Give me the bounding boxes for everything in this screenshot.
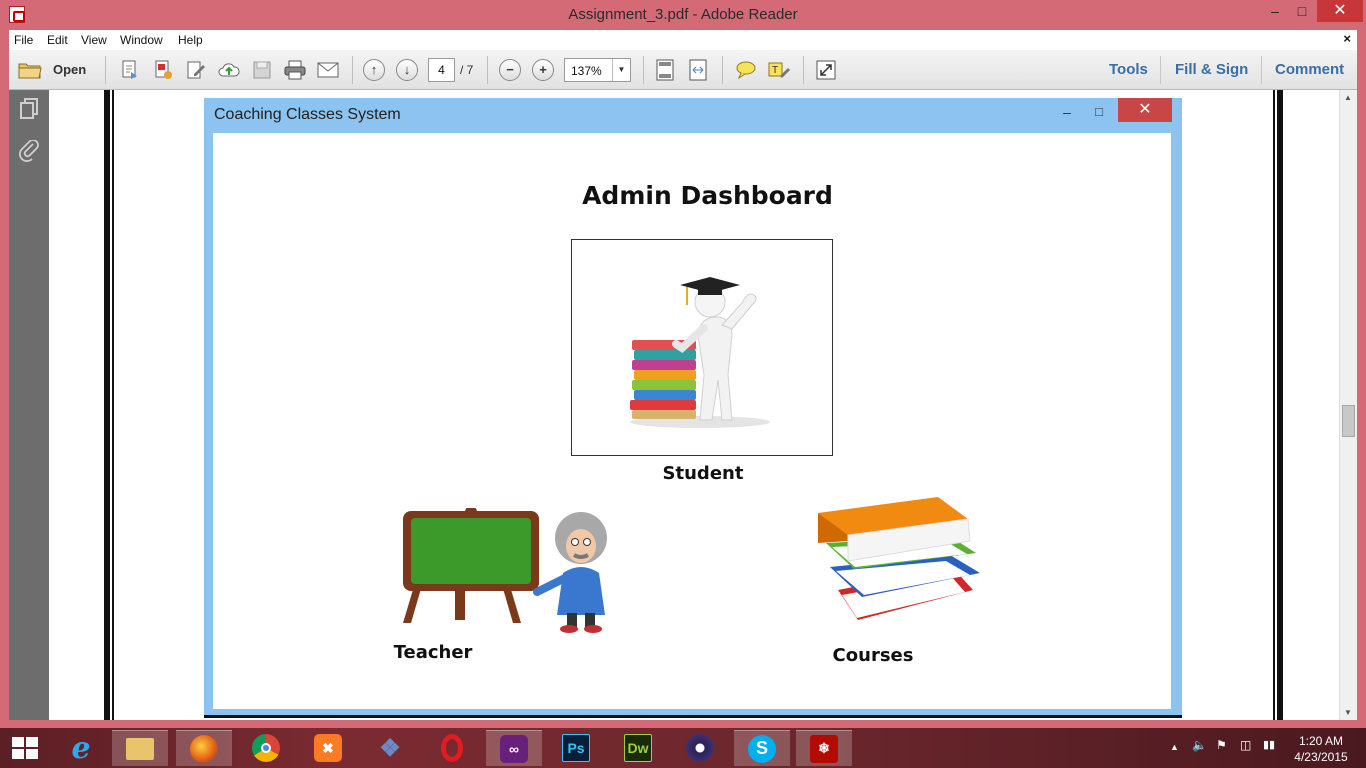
action-center-flag-icon[interactable]: ⚑ [1216,738,1227,752]
internet-explorer-icon[interactable]: e [53,730,109,766]
save-icon[interactable] [251,59,273,81]
scroll-down-icon[interactable]: ▼ [1344,708,1352,717]
menu-edit[interactable]: Edit [47,33,68,47]
adobe-reader-taskbar-icon[interactable]: ❄ [796,730,852,766]
svg-text:T: T [772,65,778,76]
mysql-icon[interactable]: ❖ [362,730,418,766]
attachments-icon[interactable] [17,139,41,164]
scrollbar-thumb[interactable] [1342,405,1355,437]
minimize-button[interactable]: – [1262,0,1288,22]
clock-time: 1:20 AM [1298,734,1344,748]
app-minimize-icon: – [1063,104,1071,120]
teacher-label: Teacher [393,642,473,663]
courses-label: Courses [832,645,914,666]
page-number-input[interactable]: 4 [428,58,455,82]
dashboard-panel: Admin Dashboard Student Teacher Courses [213,133,1171,709]
page-border [1273,90,1275,720]
courses-tile-image [818,495,983,630]
comment-button[interactable]: Comment [1275,61,1344,78]
maximize-button[interactable]: □ [1289,0,1315,22]
xampp-icon[interactable]: ✖ [300,730,356,766]
chevron-down-icon[interactable]: ▼ [612,59,630,81]
navigation-pane [9,90,49,720]
firefox-icon[interactable] [176,730,232,766]
taskbar: e ✖ ❖ ∞ Ps Dw S ❄ ▲ 🔈 ⚑ ◫ ▮▮ 1:20 AM 4/2… [0,728,1366,768]
toolbar-separator [722,56,723,84]
volume-icon[interactable]: 🔈 [1192,738,1207,752]
zoom-in-icon[interactable]: + [532,59,554,81]
network-adapter-icon[interactable]: ◫ [1240,738,1251,752]
menu-window[interactable]: Window [120,33,163,47]
fit-width-icon[interactable] [687,59,709,81]
page-border [112,90,114,720]
dashboard-title: Admin Dashboard [582,181,833,210]
page-thumbnails-icon[interactable] [17,98,41,122]
toolbar: Open ↑ ↓ 4 / 7 − + 137% ▼ T Tools Fill &… [9,50,1357,90]
document-close-icon[interactable]: × [1343,31,1351,46]
menu-view[interactable]: View [81,33,107,47]
title-bar: Assignment_3.pdf - Adobe Reader – □ ✕ [0,0,1366,30]
scroll-up-icon[interactable]: ▲ [1344,93,1352,102]
page-border [104,90,110,720]
highlight-text-icon[interactable]: T [768,59,790,81]
cloud-upload-icon[interactable] [218,59,240,81]
menu-bar: File Edit View Window Help × [9,30,1357,50]
fit-page-icon[interactable] [654,59,676,81]
email-icon[interactable] [317,59,339,81]
student-label: Student [662,463,744,484]
toolbar-separator [803,56,804,84]
create-pdf-icon[interactable] [119,59,141,81]
signal-bars-icon[interactable]: ▮▮ [1263,738,1275,751]
previous-page-icon[interactable]: ↑ [363,59,385,81]
zoom-select[interactable]: 137% ▼ [564,58,631,82]
app-close-icon: ✕ [1118,98,1172,122]
close-button[interactable]: ✕ [1317,0,1363,22]
zoom-out-icon[interactable]: − [499,59,521,81]
opera-icon[interactable] [424,730,480,766]
sticky-note-icon[interactable] [735,59,757,81]
document-view: Coaching Classes System – □ ✕ Admin Dash… [49,90,1339,720]
fill-sign-button[interactable]: Fill & Sign [1175,61,1248,78]
system-clock[interactable]: 1:20 AM 4/23/2015 [1286,733,1356,765]
windows-start-icon[interactable] [12,737,38,759]
eclipse-icon[interactable] [672,730,728,766]
menu-file[interactable]: File [14,33,33,47]
page-total: / 7 [460,63,474,77]
student-tile-image [571,239,833,456]
export-pdf-icon[interactable] [152,59,174,81]
vertical-scrollbar[interactable]: ▲ ▼ [1339,90,1357,720]
teacher-tile-image [393,506,613,633]
next-page-icon[interactable]: ↓ [396,59,418,81]
open-button[interactable]: Open [53,62,86,77]
page-border [204,715,1182,718]
dreamweaver-icon[interactable]: Dw [610,730,666,766]
tray-expand-icon[interactable]: ▲ [1170,742,1179,752]
toolbar-separator [1261,56,1262,84]
page-border [1277,90,1283,720]
app-maximize-icon: □ [1095,104,1103,119]
app-window-title: Coaching Classes System [214,106,401,123]
coaching-app-screenshot: Coaching Classes System – □ ✕ Admin Dash… [204,98,1182,715]
toolbar-separator [352,56,353,84]
window-title: Assignment_3.pdf - Adobe Reader [568,6,798,23]
visual-studio-icon[interactable]: ∞ [486,730,542,766]
open-folder-icon[interactable] [17,59,43,81]
expand-icon[interactable] [815,59,837,81]
toolbar-separator [487,56,488,84]
file-explorer-icon[interactable] [112,730,168,766]
print-icon[interactable] [284,59,306,81]
clock-date: 4/23/2015 [1294,750,1348,764]
edit-pdf-icon[interactable] [185,59,207,81]
tools-button[interactable]: Tools [1109,61,1148,78]
chrome-icon[interactable] [238,730,294,766]
skype-icon[interactable]: S [734,730,790,766]
menu-help[interactable]: Help [178,33,203,47]
toolbar-separator [643,56,644,84]
zoom-value: 137% [571,64,602,78]
photoshop-icon[interactable]: Ps [548,730,604,766]
toolbar-separator [1160,56,1161,84]
toolbar-separator [105,56,106,84]
